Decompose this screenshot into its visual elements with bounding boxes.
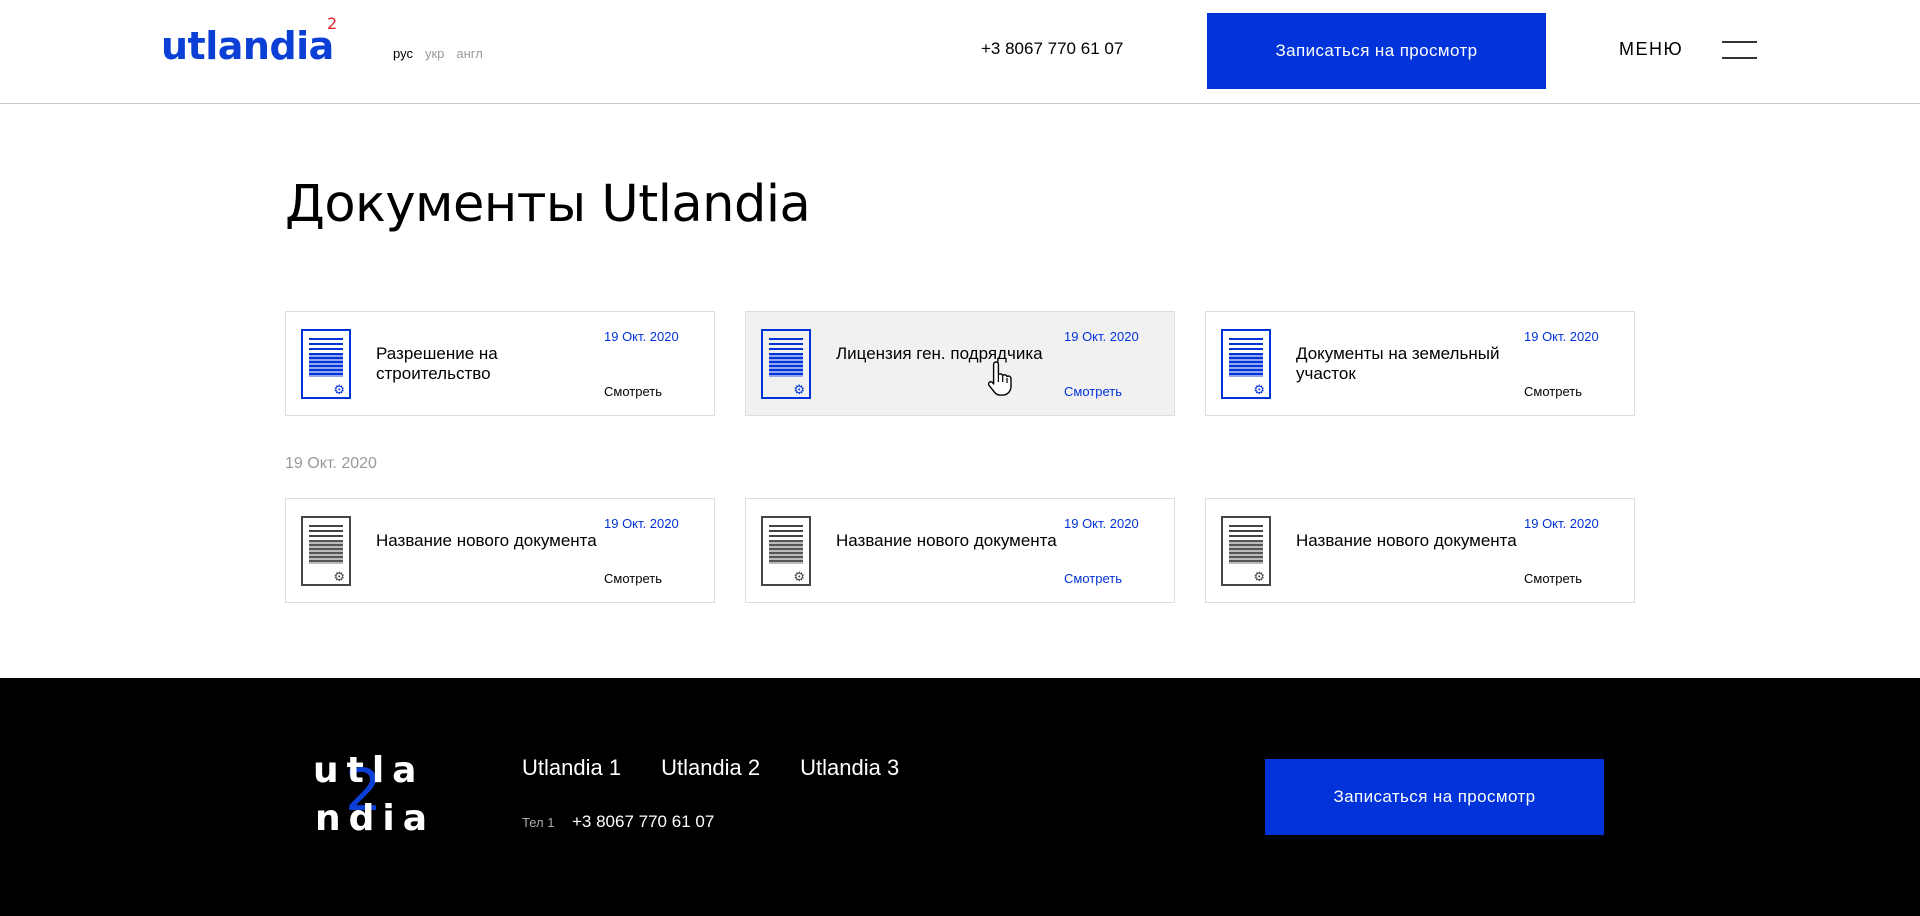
document-card[interactable]: ⚙ Название нового документа 19 Окт. 2020… — [1205, 498, 1635, 603]
site-logo[interactable]: utlandia 2 — [161, 14, 337, 70]
document-card[interactable]: ⚙ Название нового документа 19 Окт. 2020… — [745, 498, 1175, 603]
language-switcher: рус укр англ — [393, 46, 483, 61]
document-date: 19 Окт. 2020 — [604, 516, 679, 531]
page-title: Документы Utlandia — [285, 175, 811, 234]
logo-text: utlandia — [161, 24, 334, 68]
document-name: Документы на земельный участок — [1296, 344, 1500, 383]
view-link[interactable]: Смотреть — [1524, 384, 1582, 399]
logo-superscript: 2 — [327, 14, 338, 33]
document-icon: ⚙ — [301, 516, 351, 586]
document-date: 19 Окт. 2020 — [604, 329, 679, 344]
document-icon: ⚙ — [301, 329, 351, 399]
document-icon: ⚙ — [1221, 516, 1271, 586]
gear-icon: ⚙ — [1253, 382, 1265, 397]
footer-logo-row1: utla — [313, 750, 425, 791]
document-name: Лицензия ген. подрядчика — [836, 344, 1043, 363]
document-date: 19 Окт. 2020 — [1064, 329, 1139, 344]
view-link[interactable]: Смотреть — [604, 571, 662, 586]
document-icon: ⚙ — [761, 329, 811, 399]
lang-en[interactable]: англ — [456, 46, 482, 61]
document-icon: ⚙ — [1221, 329, 1271, 399]
lang-ru[interactable]: рус — [393, 46, 413, 61]
site-footer: 2 utla ndia Utlandia 1 Utlandia 2 Utland… — [0, 678, 1920, 916]
menu-label[interactable]: МЕНЮ — [1619, 39, 1683, 60]
document-name: Название нового документа — [836, 531, 1057, 550]
gear-icon: ⚙ — [333, 382, 345, 397]
document-date: 19 Окт. 2020 — [1064, 516, 1139, 531]
view-link[interactable]: Смотреть — [1064, 571, 1122, 586]
document-card[interactable]: ⚙ Лицензия ген. подрядчика 19 Окт. 2020 … — [745, 311, 1175, 416]
view-link[interactable]: Смотреть — [1524, 571, 1582, 586]
header-phone[interactable]: +3 8067 770 61 07 — [981, 39, 1123, 59]
hand-pointer-cursor-icon — [988, 361, 1012, 396]
lang-uk[interactable]: укр — [425, 46, 444, 61]
footer-book-viewing-button[interactable]: Записаться на просмотр — [1265, 759, 1604, 835]
document-name: Название нового документа — [1296, 531, 1517, 550]
view-link[interactable]: Смотреть — [604, 384, 662, 399]
footer-nav-utlandia-3[interactable]: Utlandia 3 — [800, 755, 899, 781]
footer-logo-row2: ndia — [315, 798, 436, 839]
footer-nav-utlandia-2[interactable]: Utlandia 2 — [661, 755, 760, 781]
site-header: utlandia 2 рус укр англ +3 8067 770 61 0… — [0, 0, 1920, 104]
document-name: Название нового документа — [376, 531, 597, 550]
footer-nav: Utlandia 1 Utlandia 2 Utlandia 3 — [522, 755, 899, 781]
document-date: 19 Окт. 2020 — [1524, 329, 1599, 344]
hamburger-menu-icon[interactable] — [1722, 41, 1757, 59]
document-date: 19 Окт. 2020 — [1524, 516, 1599, 531]
document-card[interactable]: ⚙ Документы на земельный участок 19 Окт.… — [1205, 311, 1635, 416]
footer-nav-utlandia-1[interactable]: Utlandia 1 — [522, 755, 621, 781]
group-date: 19 Окт. 2020 — [285, 455, 377, 472]
gear-icon: ⚙ — [793, 569, 805, 584]
document-icon: ⚙ — [761, 516, 811, 586]
view-link[interactable]: Смотреть — [1064, 384, 1122, 399]
footer-tel-label: Тел 1 — [522, 815, 555, 830]
document-card[interactable]: ⚙ Название нового документа 19 Окт. 2020… — [285, 498, 715, 603]
footer-phone[interactable]: +3 8067 770 61 07 — [572, 812, 714, 832]
gear-icon: ⚙ — [1253, 569, 1265, 584]
gear-icon: ⚙ — [793, 382, 805, 397]
footer-logo[interactable]: 2 utla ndia — [313, 750, 427, 850]
document-card[interactable]: ⚙ Разрешение на строительство 19 Окт. 20… — [285, 311, 715, 416]
header-book-viewing-button[interactable]: Записаться на просмотр — [1207, 13, 1546, 89]
gear-icon: ⚙ — [333, 569, 345, 584]
document-name: Разрешение на строительство — [376, 344, 498, 383]
